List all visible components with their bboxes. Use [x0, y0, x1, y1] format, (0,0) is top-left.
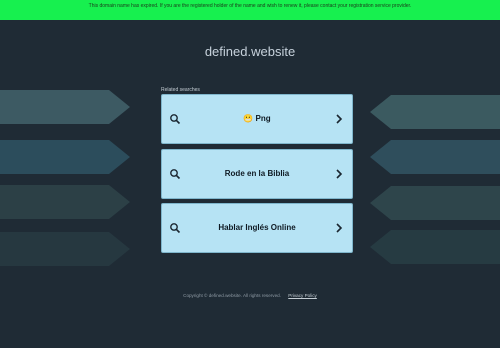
decorative-arrow-right	[370, 95, 500, 129]
related-search-label: 😬 Png	[243, 114, 271, 123]
decorative-arrow-right	[370, 140, 500, 174]
banner-text: This domain name has expired. If you are…	[88, 3, 412, 9]
chevron-right-icon	[336, 114, 343, 124]
related-searches-label: Related searches	[161, 87, 200, 93]
chevron-right-icon	[336, 223, 343, 233]
related-search-item[interactable]: Rode en la Biblia	[161, 149, 353, 199]
decorative-arrow-left	[0, 232, 130, 266]
footer: Copyright © defined.website. All rights …	[0, 293, 500, 298]
related-search-item[interactable]: Hablar Inglés Online	[161, 203, 353, 253]
search-icon	[170, 169, 181, 180]
search-icon	[170, 223, 181, 234]
related-search-label: Hablar Inglés Online	[218, 223, 296, 232]
privacy-policy-link[interactable]: Privacy Policy	[288, 293, 317, 298]
decorative-arrow-left	[0, 90, 130, 124]
decorative-arrow-right	[370, 230, 500, 264]
decorative-arrow-right	[370, 186, 500, 220]
chevron-right-icon	[336, 169, 343, 179]
domain-title: defined.website	[204, 44, 296, 59]
copyright-text: Copyright © defined.website. All rights …	[183, 293, 281, 298]
related-search-item[interactable]: 😬 Png	[161, 94, 353, 144]
related-search-label: Rode en la Biblia	[224, 169, 290, 178]
expired-domain-banner: This domain name has expired. If you are…	[0, 0, 500, 20]
search-icon	[170, 114, 181, 125]
decorative-arrow-left	[0, 185, 130, 219]
decorative-arrow-left	[0, 140, 130, 174]
